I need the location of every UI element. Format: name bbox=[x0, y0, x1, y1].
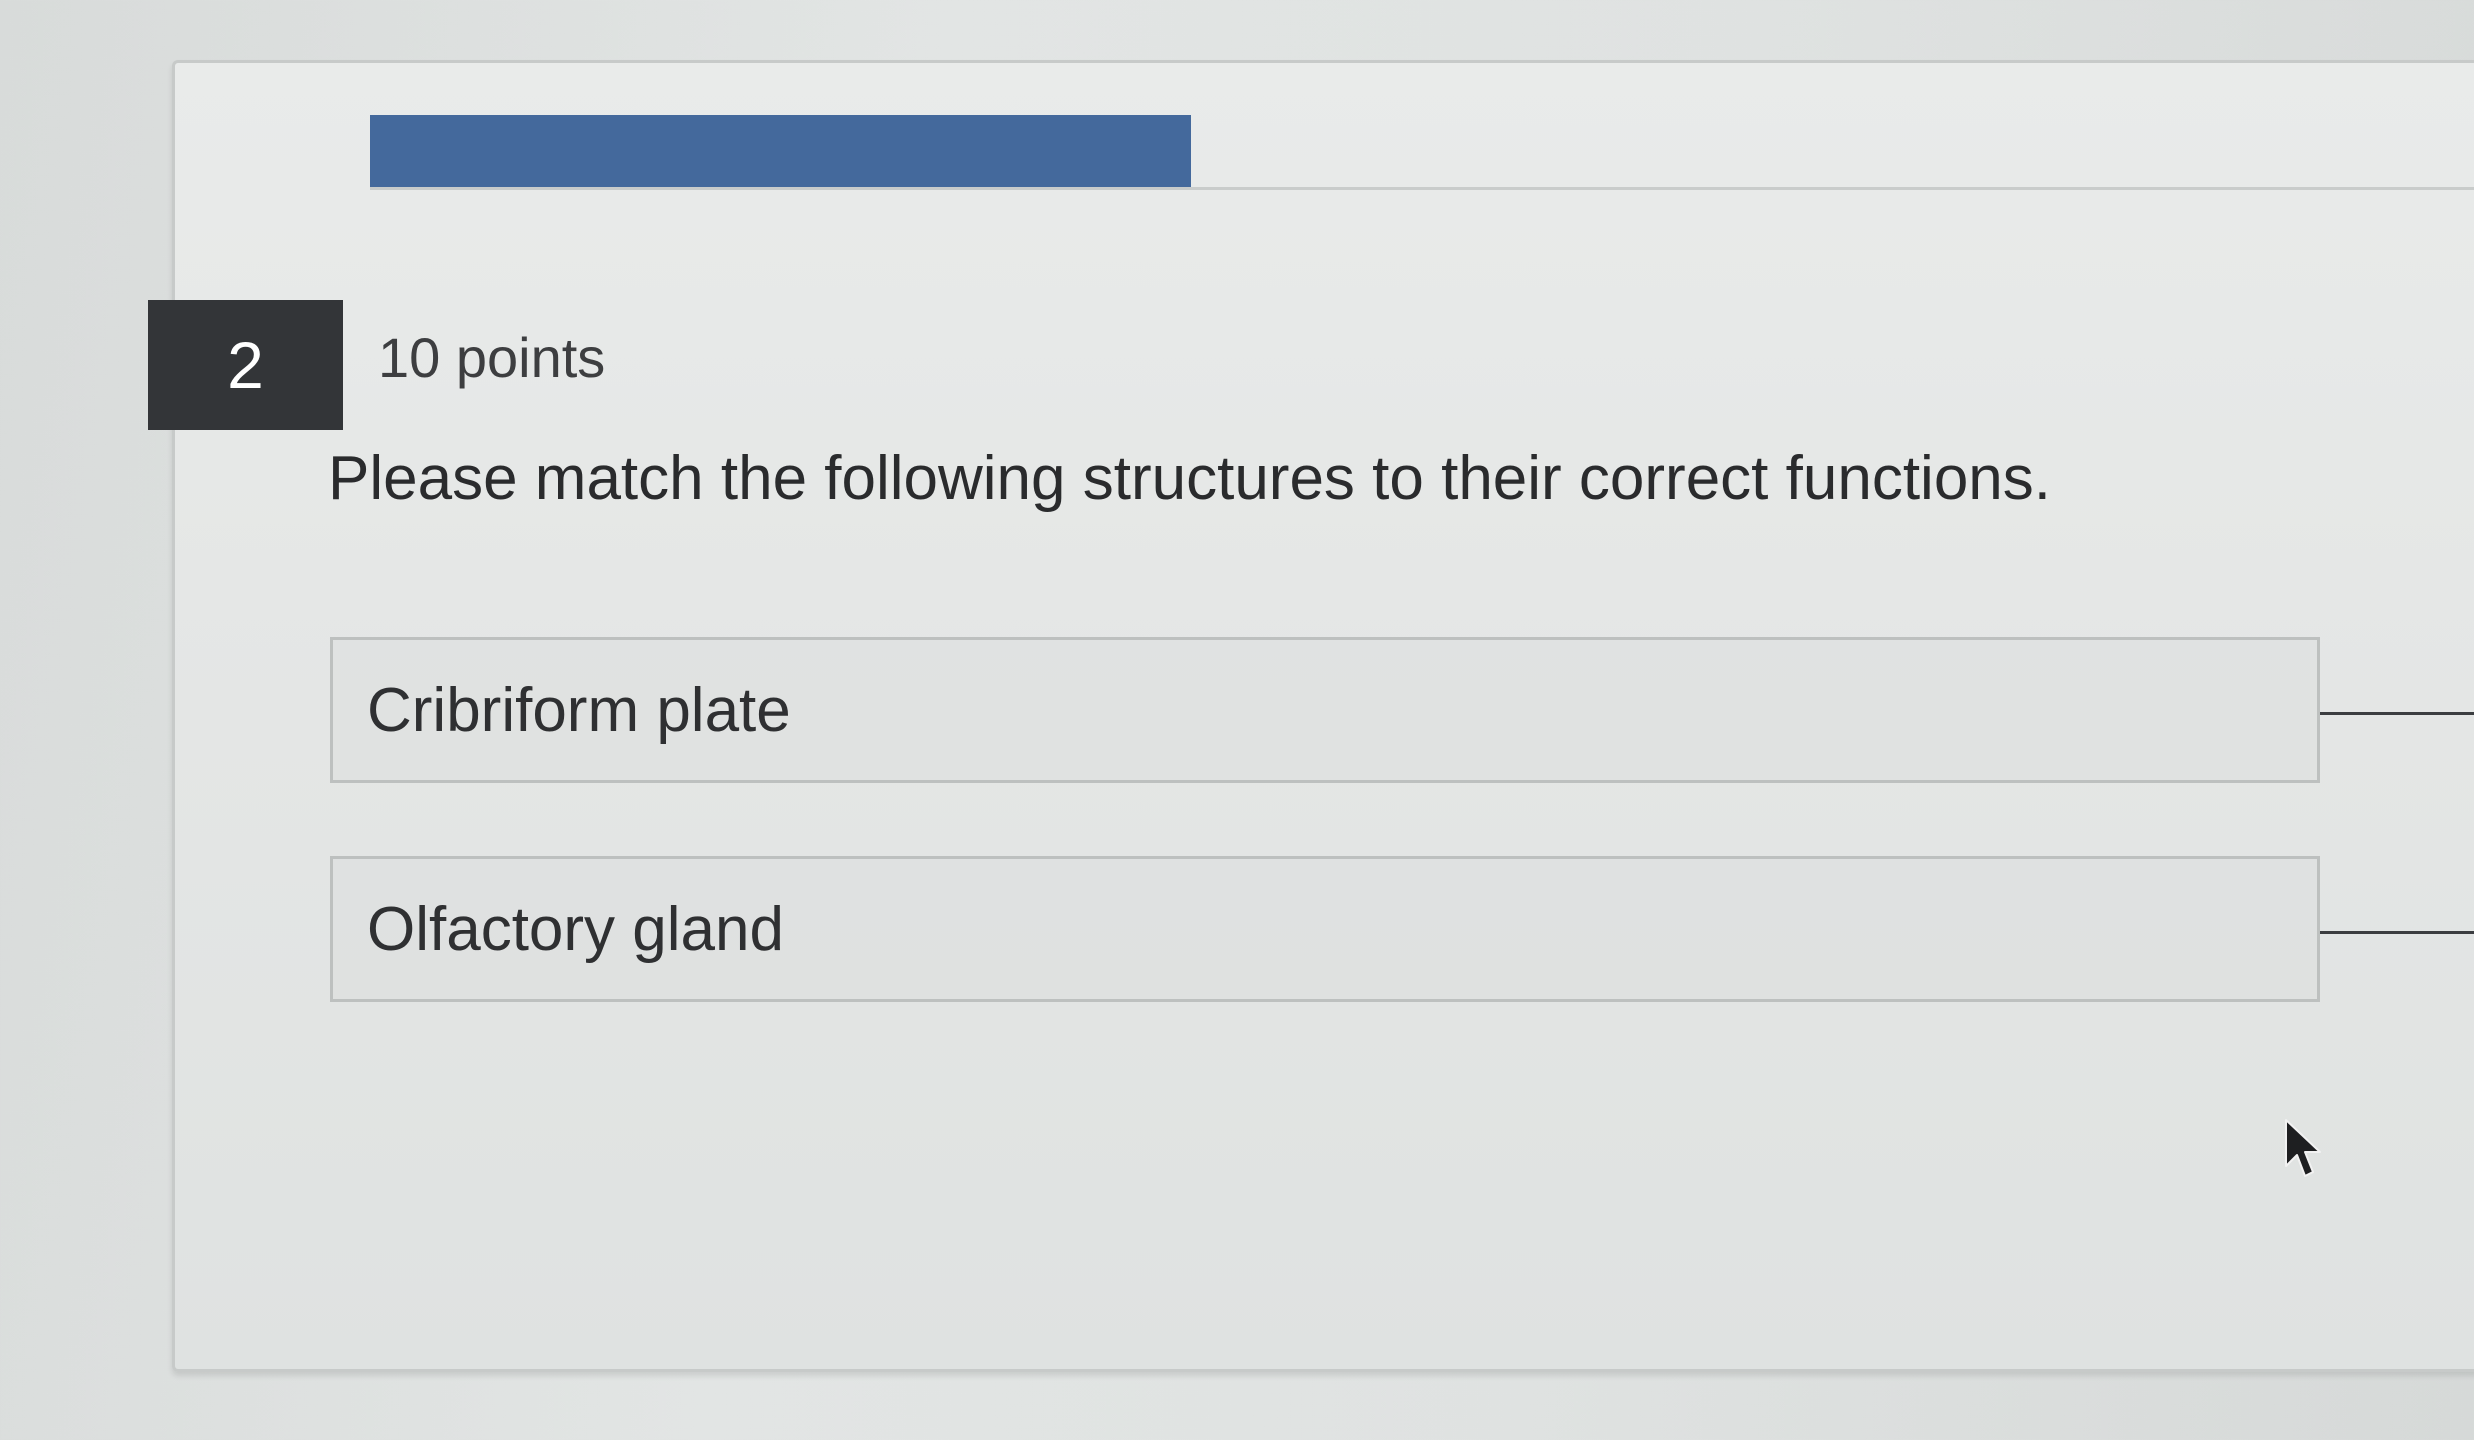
progress-bar bbox=[370, 115, 1191, 187]
match-connector-line[interactable] bbox=[2320, 712, 2474, 715]
question-prompt: Please match the following structures to… bbox=[328, 444, 2052, 513]
question-number: 2 bbox=[227, 328, 264, 402]
progress-track bbox=[370, 187, 2474, 190]
match-item-label: Cribriform plate bbox=[367, 675, 791, 745]
match-item-olfactory-gland[interactable]: Olfactory gland bbox=[330, 856, 2320, 1002]
mouse-pointer-icon bbox=[2285, 1119, 2321, 1177]
question-points: 10 points bbox=[378, 326, 606, 389]
question-number-badge: 2 bbox=[148, 300, 343, 430]
match-connector-line[interactable] bbox=[2320, 931, 2474, 934]
match-item-label: Olfactory gland bbox=[367, 894, 784, 964]
match-item-cribriform-plate[interactable]: Cribriform plate bbox=[330, 637, 2320, 783]
